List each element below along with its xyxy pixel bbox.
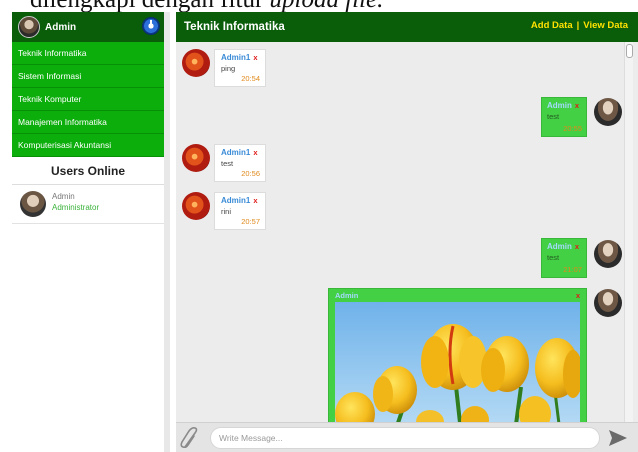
power-icon[interactable] xyxy=(142,17,160,35)
message-text: test xyxy=(547,112,560,121)
delete-message-button[interactable]: x xyxy=(575,242,579,251)
message-text: ping xyxy=(221,64,236,73)
message-text: rini xyxy=(221,207,232,216)
message-time: 20:55 xyxy=(563,124,582,133)
delete-message-button[interactable]: x xyxy=(576,291,580,300)
online-user-role: Administrator xyxy=(52,203,100,212)
message-header: Admin x xyxy=(335,291,580,302)
delete-message-button[interactable]: x xyxy=(253,196,257,205)
message-bubble: Admin1 x test 20:56 xyxy=(214,144,266,182)
sidebar-header: Admin xyxy=(12,12,164,42)
sidebar-item-sistem-informasi[interactable]: Sistem Informasi xyxy=(12,65,164,88)
users-online-title: Users Online xyxy=(12,157,164,185)
message-bubble: Admin x test 21:07 xyxy=(541,238,587,278)
sidebar: Admin Teknik Informatika Sistem Informas… xyxy=(12,12,170,452)
chat-header: Teknik Informatika Add Data | View Data xyxy=(176,12,638,42)
message-composer xyxy=(176,422,638,452)
message-time: 20:54 xyxy=(241,74,260,83)
avatar xyxy=(18,16,40,38)
paperclip-icon[interactable] xyxy=(178,425,202,451)
add-data-link[interactable]: Add Data xyxy=(531,20,573,31)
delete-message-button[interactable]: x xyxy=(253,148,257,157)
current-user-name: Admin xyxy=(45,21,77,33)
header-links: Add Data | View Data xyxy=(531,20,628,31)
message-time: 21:07 xyxy=(563,265,582,274)
avatar xyxy=(182,192,210,220)
message-text: test xyxy=(221,159,234,168)
chat-messages-area[interactable]: Admin1 x ping 20:54 Admin x test 20:55 Adm… xyxy=(176,42,638,422)
uploaded-image[interactable] xyxy=(335,302,580,422)
scrollbar-thumb[interactable] xyxy=(626,44,633,58)
message-sender: Admin1 xyxy=(221,53,251,62)
sidebar-item-teknik-komputer[interactable]: Teknik Komputer xyxy=(12,88,164,111)
message-sender: Admin xyxy=(335,291,359,300)
delete-message-button[interactable]: x xyxy=(575,101,579,110)
online-user-info: Admin Administrator xyxy=(52,191,99,213)
sidebar-item-manajemen-informatika[interactable]: Manajemen Informatika xyxy=(12,111,164,134)
image-message-bubble: Admin x xyxy=(328,288,587,422)
message-sender: Admin1 xyxy=(221,148,251,157)
message-input[interactable] xyxy=(210,427,600,449)
send-arrow-icon[interactable] xyxy=(608,429,628,447)
view-data-link[interactable]: View Data xyxy=(583,20,628,31)
sidebar-item-teknik-informatika[interactable]: Teknik Informatika xyxy=(12,42,164,65)
sidebar-item-komputerisasi-akuntansi[interactable]: Komputerisasi Akuntansi xyxy=(12,134,164,157)
message-sender: Admin xyxy=(547,101,572,110)
avatar xyxy=(20,191,46,217)
link-separator: | xyxy=(576,20,580,31)
page-title: Teknik Informatika xyxy=(184,21,285,33)
avatar xyxy=(594,98,622,126)
avatar xyxy=(182,144,210,172)
tulips-photo xyxy=(335,302,580,422)
message-bubble: Admin1 x ping 20:54 xyxy=(214,49,266,87)
chat-scrollbar[interactable] xyxy=(624,42,633,422)
online-user-name: Admin xyxy=(52,192,75,201)
delete-message-button[interactable]: x xyxy=(253,53,257,62)
message-bubble: Admin x test 20:55 xyxy=(541,97,587,137)
message-bubble: Admin1 x rini 20:57 xyxy=(214,192,266,230)
message-sender: Admin xyxy=(547,242,572,251)
message-time: 20:57 xyxy=(241,217,260,226)
avatar xyxy=(594,289,622,317)
avatar xyxy=(594,240,622,268)
avatar xyxy=(182,49,210,77)
online-user-item[interactable]: Admin Administrator xyxy=(12,185,164,224)
message-time: 20:56 xyxy=(241,169,260,178)
message-sender: Admin1 xyxy=(221,196,251,205)
message-text: test xyxy=(547,253,560,262)
